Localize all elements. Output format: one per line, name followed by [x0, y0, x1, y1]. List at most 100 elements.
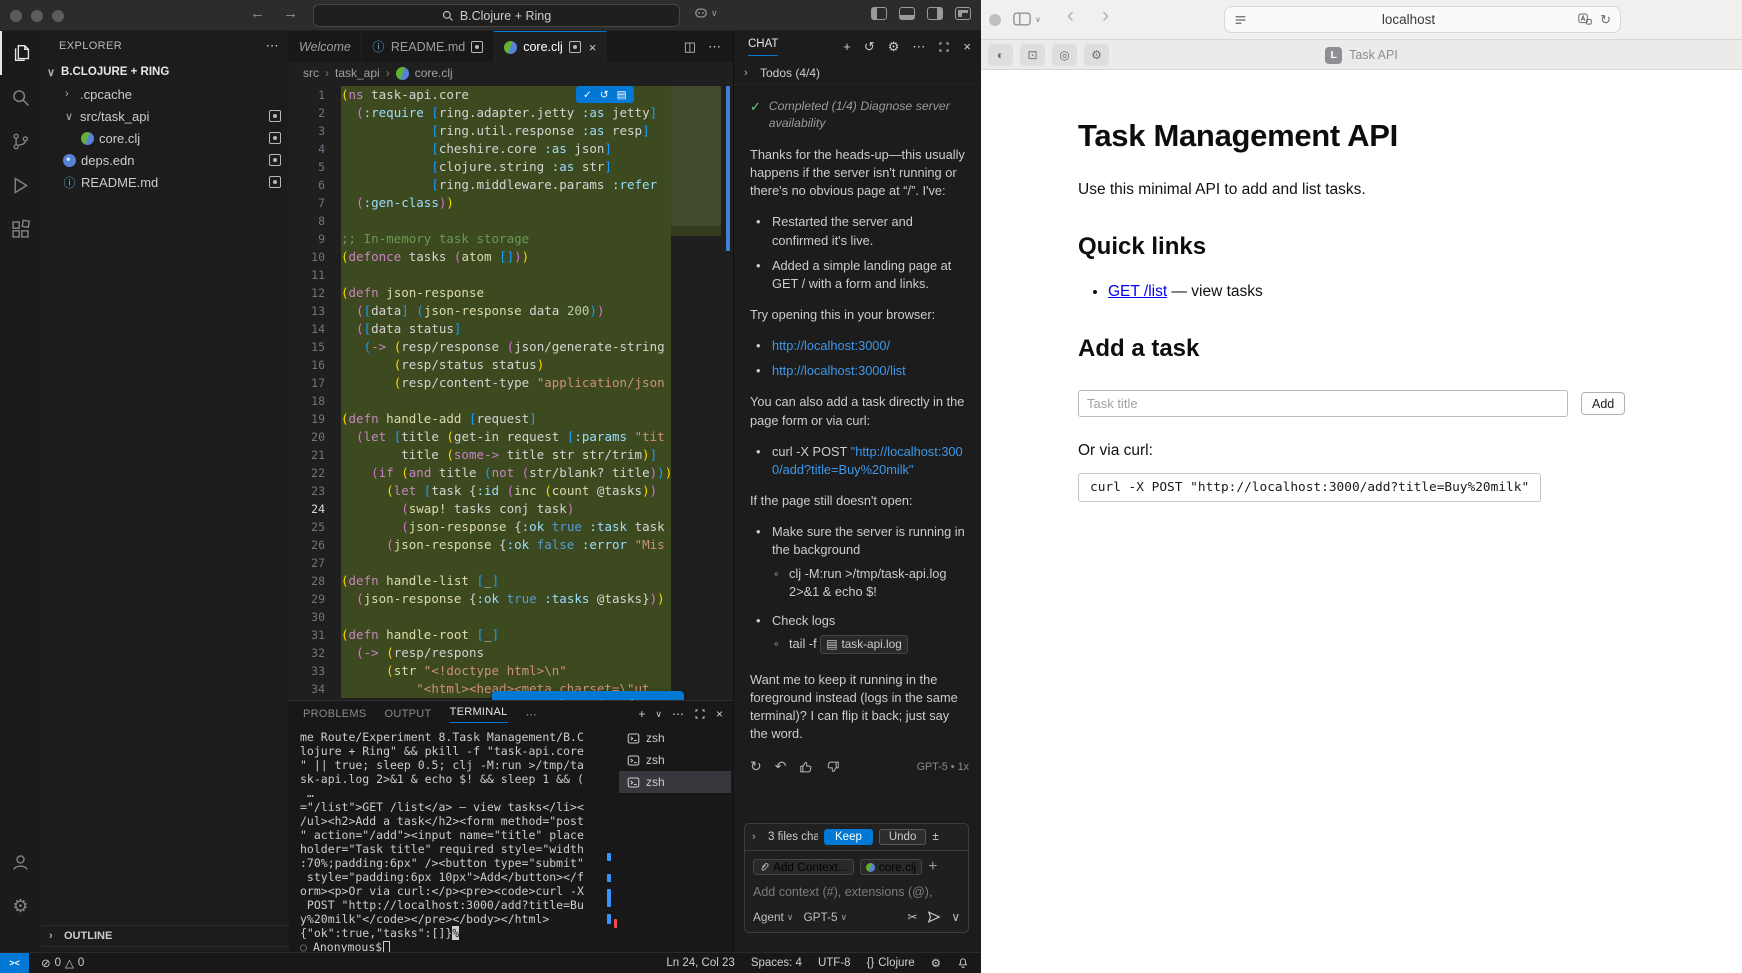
send-icon[interactable] [927, 910, 941, 924]
address-bar[interactable]: localhost ↻ [1224, 6, 1621, 33]
get-list-link[interactable]: GET /list [1108, 283, 1167, 300]
chat-messages[interactable]: ✓Completed (1/4) Diagnose server availab… [734, 86, 981, 821]
view-file-icon[interactable]: ▤ [617, 89, 627, 101]
explorer-item-readme-md[interactable]: ⓘREADME.md [41, 171, 289, 193]
discard-icon[interactable]: ↺ [600, 89, 609, 101]
copilot-menu[interactable]: ∨ [694, 6, 718, 20]
item-link[interactable]: http://localhost:3000/list [772, 363, 906, 378]
pinned-tab-2[interactable]: ⊡ [1020, 44, 1045, 66]
sidebar-item-explorer[interactable] [0, 31, 41, 75]
outline-section[interactable]: › OUTLINE [41, 925, 289, 946]
breadcrumb-item[interactable]: core.clj [415, 66, 453, 80]
reload-icon[interactable]: ↻ [1600, 12, 1611, 28]
explorer-root-folder[interactable]: ∨ B.CLOJURE + RING [41, 61, 289, 83]
tab-chat[interactable]: CHAT [748, 38, 778, 56]
item-link[interactable]: http://localhost:3000/ [772, 338, 890, 353]
thumbs-down-icon[interactable] [826, 760, 840, 774]
explorer-item-deps-edn[interactable]: deps.edn [41, 149, 289, 171]
terminal-more-icon[interactable]: ⋯ [672, 707, 684, 721]
settings-gear-icon[interactable]: ⚙ [0, 884, 41, 928]
tab-welcome[interactable]: Welcome [289, 31, 362, 62]
sidebar-item-search[interactable] [0, 75, 41, 119]
language-mode[interactable]: {} Clojure [867, 957, 915, 969]
tab-output[interactable]: OUTPUT [385, 708, 432, 720]
explorer-more-icon[interactable]: ⋯ [266, 38, 279, 54]
add-context-chip[interactable]: Add Context... [753, 859, 854, 875]
sidebar-chevron-icon[interactable]: ∨ [1035, 15, 1041, 24]
translate-icon[interactable] [1578, 13, 1592, 26]
view-diff-icon[interactable]: ± [932, 831, 938, 843]
add-file-chip-button[interactable]: + [928, 858, 937, 876]
explorer-item-core-clj[interactable]: core.clj [41, 127, 289, 149]
modified-indicator-icon[interactable] [569, 41, 581, 53]
thumbs-up-icon[interactable] [799, 760, 813, 774]
maximize-panel-icon[interactable] [694, 708, 706, 720]
remote-indicator[interactable]: >< [0, 953, 29, 973]
close-tab-icon[interactable]: × [589, 40, 597, 55]
toggle-primary-sidebar-icon[interactable] [871, 7, 887, 20]
sidebar-toggle-icon[interactable] [1013, 11, 1031, 27]
account-icon[interactable] [0, 840, 41, 884]
tab-readme-md[interactable]: ⓘREADME.md [362, 31, 494, 62]
inline-change-actions[interactable]: ✓ ↺ ▤ [576, 86, 634, 103]
undo-all-button[interactable]: Undo [879, 829, 927, 845]
browser-back-icon[interactable]: ‹ [1067, 4, 1074, 28]
editor-more-icon[interactable]: ⋯ [708, 39, 721, 55]
chat-input[interactable]: Add context (#), extensions (@), [753, 885, 960, 899]
address-url[interactable]: localhost [1247, 12, 1570, 27]
problems-status[interactable]: ⊘ 0 △ 0 [41, 956, 84, 970]
regenerate-icon[interactable]: ↻ [750, 757, 762, 777]
chat-settings-gear-icon[interactable]: ⚙ [888, 39, 900, 55]
history-forward-icon[interactable]: → [283, 5, 298, 22]
chevron-right-icon[interactable]: › [752, 831, 762, 843]
tools-icon[interactable]: ✂ [907, 910, 917, 924]
undo-response-icon[interactable]: ↶ [775, 757, 787, 777]
indentation[interactable]: Spaces: 4 [751, 957, 802, 969]
breadcrumb-item[interactable]: task_api [335, 66, 380, 80]
new-chat-icon[interactable]: + [843, 39, 851, 54]
window-controls[interactable] [10, 10, 64, 22]
status-gear-icon[interactable]: ⚙ [931, 956, 941, 970]
file-chip[interactable]: ▤task-api.log [820, 635, 907, 654]
breadcrumb[interactable]: src›task_api›core.clj [289, 62, 733, 84]
panel-more-icon[interactable]: ⋯ [526, 708, 537, 721]
command-center[interactable]: B.Clojure + Ring [313, 4, 680, 27]
browser-forward-icon[interactable]: › [1102, 4, 1109, 28]
add-task-button[interactable]: Add [1581, 392, 1625, 415]
terminal-instance-2[interactable]: zsh [619, 749, 731, 771]
encoding[interactable]: UTF-8 [818, 957, 851, 969]
minimap-slider[interactable] [671, 86, 721, 226]
chat-close-icon[interactable]: × [963, 39, 971, 54]
todos-header[interactable]: › Todos (4/4) [734, 62, 981, 85]
code-editor[interactable]: 1(ns task-api.core2 (:require [ring.adap… [289, 84, 733, 700]
breadcrumb-item[interactable]: src [303, 66, 319, 80]
sidebar-item-run-debug[interactable] [0, 163, 41, 207]
tab-problems[interactable]: PROBLEMS [303, 708, 367, 720]
explorer-item-src-task-api[interactable]: ∨src/task_api [41, 105, 289, 127]
terminal-output[interactable]: me Route/Experiment 8.Task Management/B.… [300, 730, 606, 954]
close-window-icon[interactable] [10, 10, 22, 22]
send-dropdown-icon[interactable]: ∨ [951, 910, 960, 924]
keep-all-button[interactable]: Keep [824, 829, 873, 845]
chat-more-icon[interactable]: ⋯ [912, 39, 925, 55]
pinned-tab-1[interactable]: ◐ [988, 44, 1013, 66]
notifications-bell-icon[interactable] [957, 957, 969, 969]
explorer-item--cpcache[interactable]: ›.cpcache [41, 83, 289, 105]
modified-indicator-icon[interactable] [471, 41, 483, 53]
toggle-panel-icon[interactable] [899, 7, 915, 20]
maximize-window-icon[interactable] [52, 10, 64, 22]
pinned-tab-3[interactable]: ◎ [1052, 44, 1077, 66]
context-file-chip[interactable]: core.clj [860, 859, 922, 875]
pinned-tab-4[interactable]: ⚙ [1084, 44, 1109, 66]
split-editor-icon[interactable]: ◫ [684, 39, 696, 55]
chat-history-icon[interactable]: ↺ [864, 39, 875, 55]
customize-layout-icon[interactable] [955, 7, 971, 20]
browser-window-control[interactable] [989, 14, 1001, 26]
new-terminal-icon[interactable]: + [638, 707, 645, 721]
accept-check-icon[interactable]: ✓ [583, 89, 592, 101]
minimap[interactable] [671, 86, 721, 700]
terminal-dropdown-icon[interactable]: ∨ [655, 709, 662, 720]
reader-icon[interactable] [1234, 14, 1247, 26]
chat-input-box[interactable]: Add Context... core.clj + Add context (#… [744, 850, 969, 933]
close-panel-icon[interactable]: × [716, 707, 723, 721]
